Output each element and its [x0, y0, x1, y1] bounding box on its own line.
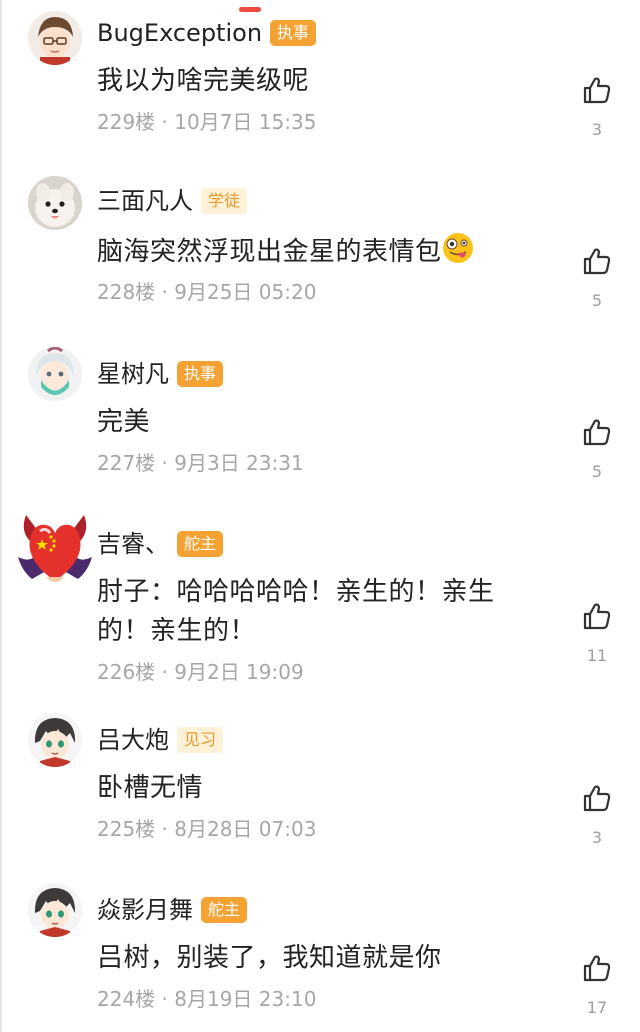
comment-text: 完美: [97, 407, 151, 437]
avatar[interactable]: [28, 11, 82, 65]
comment-text-content: 脑海突然浮现出金星的表情包: [97, 237, 442, 267]
avatar[interactable]: [16, 511, 94, 587]
comment-item: 焱影月舞 舵主 吕树，别装了，我知道就是你 224楼 · 8月19日 23:10…: [0, 883, 640, 1032]
like-button[interactable]: 5: [581, 246, 613, 310]
crazy-face-emoji-icon: [442, 233, 473, 263]
comment-meta: 224楼 · 8月19日 23:10: [97, 987, 317, 1011]
comment-meta: 225楼 · 8月28日 07:03: [97, 817, 317, 841]
thumb-up-icon: [583, 419, 611, 446]
avatar[interactable]: [28, 713, 82, 767]
like-button[interactable]: 3: [581, 75, 613, 139]
status-badge: 舵主: [177, 531, 224, 557]
comment-text: 吕树，别装了，我知道就是你: [97, 943, 442, 973]
comment-meta: 228楼 · 9月25日 05:20: [97, 280, 317, 304]
thumb-up-icon: [583, 77, 611, 104]
status-badge: 舵主: [201, 897, 248, 923]
like-count: 17: [586, 998, 608, 1017]
comment-item: 吕大炮 见习 卧槽无情 225楼 · 8月28日 07:03 3: [0, 713, 640, 863]
comment-meta: 226楼 · 9月2日 19:09: [97, 660, 304, 684]
comment-item: 三面凡人 学徒 脑海突然浮现出金星的表情包 228楼 · 9月25日 05:20…: [0, 176, 640, 326]
username[interactable]: 焱影月舞: [97, 893, 193, 927]
username[interactable]: 吕大炮: [97, 723, 169, 757]
thumb-up-icon: [583, 248, 611, 275]
comment-text: 脑海突然浮现出金星的表情包: [97, 232, 537, 272]
status-badge: 学徒: [201, 188, 248, 214]
like-count: 3: [591, 828, 603, 847]
thumb-up-icon: [583, 785, 611, 812]
status-badge: 见习: [177, 727, 224, 753]
like-count: 5: [591, 291, 603, 310]
avatar[interactable]: [28, 883, 82, 937]
thumb-up-icon: [583, 955, 611, 982]
comment-text: 肘子：哈哈哈哈哈！亲生的！亲生的！亲生的！: [97, 577, 495, 646]
status-badge: 执事: [177, 361, 224, 387]
like-count: 11: [586, 646, 608, 665]
comment-text: 卧槽无情: [97, 773, 204, 803]
name-row: 三面凡人 学徒: [97, 184, 248, 218]
name-row: BugException 执事: [97, 16, 317, 50]
like-button[interactable]: 11: [581, 601, 613, 665]
thumb-up-icon: [583, 603, 611, 630]
avatar[interactable]: [28, 176, 82, 230]
name-row: 焱影月舞 舵主: [97, 893, 248, 927]
username[interactable]: 吉睿、: [97, 527, 169, 561]
comment-meta: 227楼 · 9月3日 23:31: [97, 451, 304, 475]
username[interactable]: 星树凡: [97, 357, 169, 391]
status-badge: 执事: [270, 20, 317, 46]
comment-text: 我以为啥完美级呢: [97, 66, 310, 96]
like-count: 3: [591, 120, 603, 139]
like-count: 5: [591, 462, 603, 481]
username[interactable]: 三面凡人: [97, 184, 193, 218]
comment-item: 吉睿、 舵主 肘子：哈哈哈哈哈！亲生的！亲生的！亲生的！ 226楼 · 9月2日…: [0, 515, 640, 697]
name-row: 吉睿、 舵主: [97, 527, 224, 561]
like-button[interactable]: 17: [581, 953, 613, 1017]
comment-item: 星树凡 执事 完美 227楼 · 9月3日 23:31 5: [0, 347, 640, 497]
like-button[interactable]: 5: [581, 417, 613, 481]
username[interactable]: BugException: [97, 16, 262, 50]
avatar[interactable]: [28, 347, 82, 401]
comment-item: BugException 执事 我以为啥完美级呢 229楼 · 10月7日 15…: [0, 6, 640, 156]
like-button[interactable]: 3: [581, 783, 613, 847]
comment-meta: 229楼 · 10月7日 15:35: [97, 110, 317, 134]
name-row: 吕大炮 见习: [97, 723, 224, 757]
name-row: 星树凡 执事: [97, 357, 224, 391]
